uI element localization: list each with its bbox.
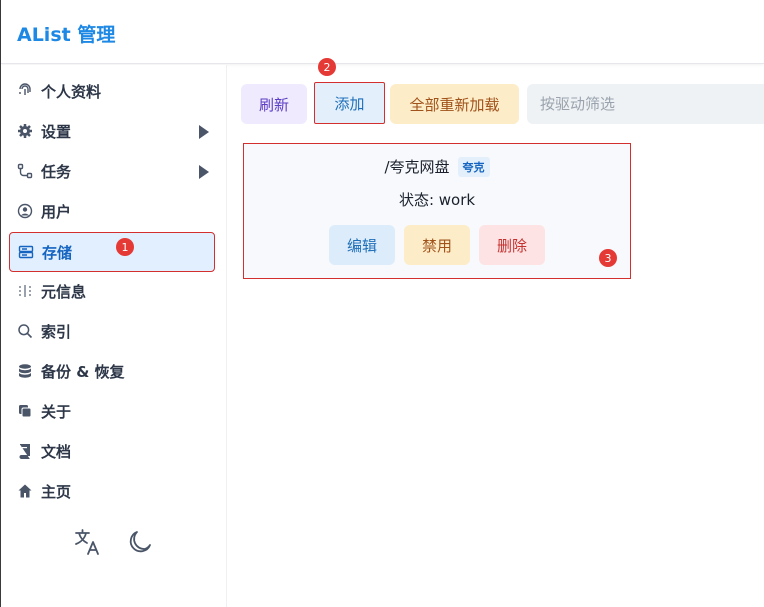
sidebar-item-backup-restore[interactable]: 备份 & 恢复 xyxy=(9,353,215,389)
moon-icon[interactable] xyxy=(125,527,155,561)
sidebar-item-index[interactable]: 索引 xyxy=(9,313,215,349)
driver-tag: 夸克 xyxy=(457,156,490,177)
meta-icon xyxy=(17,283,33,299)
storage-mount-path: /夸克网盘 xyxy=(384,158,450,176)
sidebar-item-label: 用户 xyxy=(41,202,72,221)
sidebar-item-label: 备份 & 恢复 xyxy=(41,362,125,381)
disable-button[interactable]: 禁用 xyxy=(404,225,470,265)
app-header: AList 管理 xyxy=(1,0,764,64)
driver-filter-input[interactable] xyxy=(527,84,764,124)
copy-icon xyxy=(17,403,33,419)
refresh-button[interactable]: 刷新 xyxy=(241,84,307,124)
sidebar-item-tasks[interactable]: 任务 xyxy=(9,153,215,189)
app-title[interactable]: AList 管理 xyxy=(17,20,115,47)
storage-actions: 编辑 禁用 删除 xyxy=(329,225,545,265)
storage-icon xyxy=(18,244,34,260)
book-icon xyxy=(17,443,33,459)
annotation-badge-1: 1 xyxy=(116,238,134,256)
storage-status: 状态: work xyxy=(398,191,476,209)
sidebar-item-label: 索引 xyxy=(41,322,72,341)
chevron-right-icon[interactable] xyxy=(199,125,209,139)
sidebar-item-label: 任务 xyxy=(41,162,72,181)
database-icon xyxy=(17,363,33,379)
sidebar-item-label: 文档 xyxy=(41,442,72,461)
fingerprint-icon xyxy=(17,83,33,99)
sidebar-footer xyxy=(73,527,155,561)
delete-button[interactable]: 删除 xyxy=(479,225,545,265)
storage-name-row: /夸克网盘 夸克 xyxy=(244,156,630,177)
sidebar-item-label: 主页 xyxy=(41,482,72,501)
edit-button[interactable]: 编辑 xyxy=(329,225,395,265)
add-storage-button[interactable]: 添加 xyxy=(314,82,385,124)
sidebar-item-settings[interactable]: 设置 xyxy=(9,113,215,149)
annotation-badge-2: 2 xyxy=(318,58,336,76)
reload-all-button[interactable]: 全部重新加载 xyxy=(390,84,519,124)
flow-icon xyxy=(17,163,33,179)
sidebar-item-label: 存储 xyxy=(42,243,73,262)
home-icon xyxy=(17,483,33,499)
sidebar-item-users[interactable]: 用户 xyxy=(9,193,215,229)
sidebar-item-label: 元信息 xyxy=(41,282,87,301)
sidebar-item-label: 设置 xyxy=(41,122,72,141)
sidebar-item-docs[interactable]: 文档 xyxy=(9,433,215,469)
chevron-right-icon[interactable] xyxy=(199,165,209,179)
sidebar-item-storage[interactable]: 存储 xyxy=(9,232,215,272)
annotation-badge-3: 3 xyxy=(599,249,617,267)
storage-card: /夸克网盘 夸克 状态: work 编辑 禁用 删除 xyxy=(243,143,631,279)
sidebar-item-label: 关于 xyxy=(41,402,72,421)
sidebar-item-meta[interactable]: 元信息 xyxy=(9,273,215,309)
gear-icon xyxy=(17,123,33,139)
translate-icon[interactable] xyxy=(73,527,103,561)
sidebar-item-profile[interactable]: 个人资料 xyxy=(9,73,215,109)
user-circle-icon xyxy=(17,203,33,219)
sidebar-item-label: 个人资料 xyxy=(41,82,102,101)
sidebar-item-about[interactable]: 关于 xyxy=(9,393,215,429)
sidebar: 个人资料 设置 任务 用户 存储 元信息 索引 备份 & 恢复 关于 文档 主页 xyxy=(1,65,227,607)
sidebar-item-home[interactable]: 主页 xyxy=(9,473,215,509)
search-icon xyxy=(17,323,33,339)
